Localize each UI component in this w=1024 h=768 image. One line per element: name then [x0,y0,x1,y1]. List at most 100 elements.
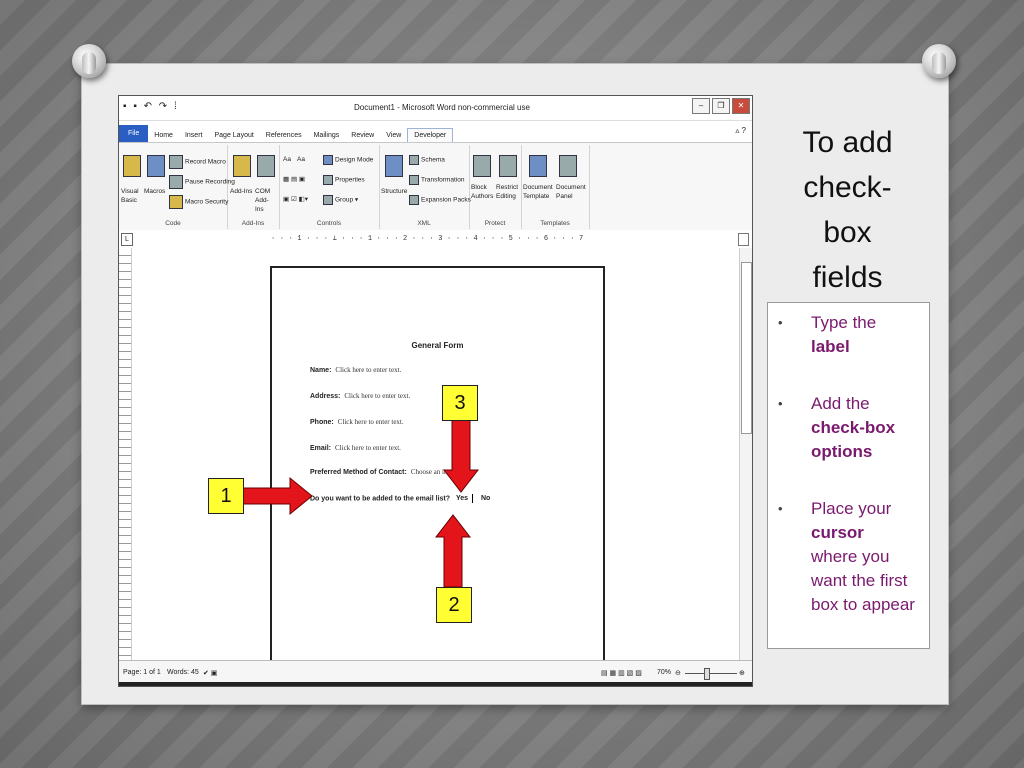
group-label-xml: XML [417,220,431,227]
document-panel-icon [559,155,577,177]
taskbar-strip [119,682,752,686]
record-macro-button[interactable]: Record Macro [169,155,226,169]
zoom-in-icon[interactable]: ⊕ [739,669,745,677]
tab-home[interactable]: Home [148,129,179,142]
group-button[interactable]: Group ▾ [323,195,358,205]
record-macro-icon [169,155,183,169]
proofing-icon[interactable]: ✔ ▣ [203,669,217,677]
form-email-list-question: Do you want to be added to the email lis… [310,494,490,503]
ribbon-tabs: File Home Insert Page Layout References … [119,122,752,142]
form-field-email: Email: Click here to enter text. [310,444,401,452]
address-content-control[interactable]: Click here to enter text. [344,392,410,400]
form-field-name: Name: Click here to enter text. [310,366,402,374]
document-panel-label: Document Panel [556,184,586,200]
form-field-phone: Phone: Click here to enter text. [310,418,404,426]
group-add-ins: Add-Ins COM Add-Ins Add-Ins [227,145,280,229]
form-field-address: Address: Click here to enter text. [310,392,411,400]
tab-view[interactable]: View [380,129,407,142]
form-title: General Form [411,341,464,350]
document-template-label: Document Template [523,184,553,200]
zoom-slider-handle[interactable] [704,668,710,680]
visual-basic-button[interactable] [123,155,143,177]
form-field-contact-method: Preferred Method of Contact: Choose an it… [310,468,457,476]
bullet-dot-icon: • [778,501,783,516]
yes-option[interactable]: Yes [456,495,468,502]
horizontal-ruler: L · · · 1 · · · ⊥ · · · 1 · · · 2 · · · … [119,230,752,249]
callout-3: 3 [442,385,478,421]
vertical-ruler [119,248,132,660]
restore-icon[interactable]: ❐ [712,98,730,114]
word-title-bar: ▪ ▪ ↶ ↷ ⁞ Document1 - Microsoft Word non… [119,96,752,121]
com-add-ins-label: COM Add-Ins [255,188,271,213]
com-add-ins-button[interactable] [257,155,277,177]
schema-button[interactable]: Schema [409,155,445,165]
tab-references[interactable]: References [260,129,308,142]
expansion-packs-button[interactable]: Expansion Packs [409,195,471,205]
developer-ribbon: Visual Basic Macros Record Macro Pause R… [119,142,752,232]
vertical-scrollbar[interactable] [739,248,752,660]
close-icon[interactable]: ✕ [732,98,750,114]
no-option[interactable]: No [481,495,490,502]
minimize-icon[interactable]: – [692,98,710,114]
group-code: Visual Basic Macros Record Macro Pause R… [119,145,235,229]
transformation-button[interactable]: Transformation [409,175,464,185]
macros-label: Macros [144,188,166,195]
phone-content-control[interactable]: Click here to enter text. [338,418,404,426]
control-icons-row[interactable]: ▦ ▤ ▣ [283,175,305,184]
macro-security-button[interactable]: Macro Security [169,195,228,209]
name-content-control[interactable]: Click here to enter text. [335,366,401,374]
properties-button[interactable]: Properties [323,175,365,185]
email-content-control[interactable]: Click here to enter text. [335,444,401,452]
contact-method-dropdown[interactable]: Choose an item. [411,468,456,476]
group-label-controls: Controls [316,220,342,227]
pushpin-icon [922,44,956,78]
callout-2: 2 [436,587,472,623]
tab-insert[interactable]: Insert [179,129,209,142]
restrict-editing-button[interactable] [499,155,519,177]
pushpin-icon [72,44,106,78]
block-authors-label: Block Authors [471,184,494,200]
help-icon[interactable]: ▵ ? [735,126,746,135]
visual-basic-icon [123,155,141,177]
add-ins-icon [233,155,251,177]
document-template-button[interactable] [529,155,549,177]
rich-text-control[interactable]: Aa [283,155,291,164]
view-ruler-icon[interactable] [738,233,749,246]
block-authors-icon [473,155,491,177]
tab-mailings[interactable]: Mailings [308,129,346,142]
legacy-tools-row[interactable]: ▣ ☑ ◧▾ [283,195,308,204]
design-mode-button[interactable]: Design Mode [323,155,373,165]
schema-icon [409,155,419,165]
view-buttons[interactable]: ▤ ▦ ▥ ▧ ▨ [601,669,642,677]
plain-text-control[interactable]: Aa [297,155,305,164]
block-authors-button[interactable] [473,155,493,177]
tab-selector[interactable]: L [121,233,133,246]
transformation-icon [409,175,419,185]
group-controls: Aa Aa Design Mode ▦ ▤ ▣ Properties ▣ ☑ ◧… [279,145,380,229]
visual-basic-label: Visual Basic [121,188,139,204]
group-xml: Structure Schema Transformation Expansio… [379,145,471,229]
add-ins-button[interactable] [233,155,253,177]
macros-icon [147,155,165,177]
document-panel-button[interactable] [559,155,579,177]
tab-file[interactable]: File [119,125,149,142]
macros-button[interactable] [147,155,167,177]
tab-review[interactable]: Review [345,129,380,142]
tab-page-layout[interactable]: Page Layout [208,129,259,142]
tab-developer[interactable]: Developer [407,128,454,142]
pause-recording-button[interactable]: Pause Recording [169,175,235,189]
zoom-out-icon[interactable]: ⊖ [675,669,681,677]
structure-button[interactable] [385,155,405,177]
page-count[interactable]: Page: 1 of 1 [123,669,161,676]
callout-1: 1 [208,478,244,514]
email-list-question: Do you want to be added to the email lis… [310,495,451,503]
word-count[interactable]: Words: 45 [167,669,199,676]
scrollbar-thumb[interactable] [741,262,752,434]
zoom-level[interactable]: 70% [657,669,671,676]
quick-access-toolbar[interactable]: ▪ ▪ ↶ ↷ ⁞ [123,101,179,112]
pause-icon [169,175,183,189]
restrict-editing-icon [499,155,517,177]
zoom-slider[interactable] [685,673,737,674]
group-protect: Block Authors Restrict Editing Protect [469,145,522,229]
group-label-add-ins: Add-Ins [241,220,265,227]
